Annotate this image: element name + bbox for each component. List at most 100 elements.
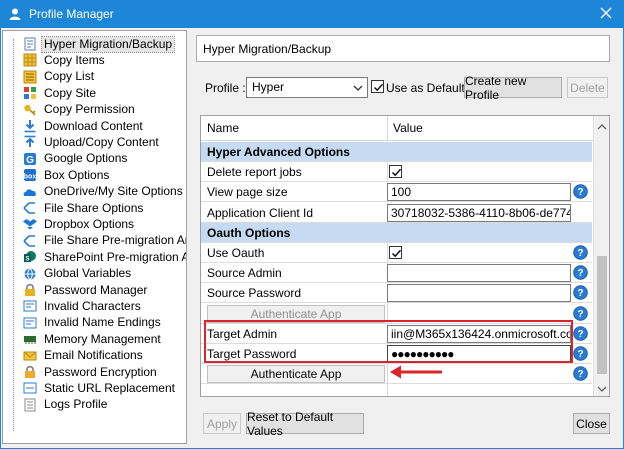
sidebar-item[interactable]: Global Variables xyxy=(23,266,133,282)
scroll-up-icon[interactable] xyxy=(597,120,607,134)
sidebar-item-label: Memory Management xyxy=(44,331,161,346)
sidebar-item[interactable]: Static URL Replacement xyxy=(23,380,177,396)
list-icon xyxy=(23,70,37,84)
grid-row-name: Source Password xyxy=(207,286,302,301)
help-icon[interactable]: ? xyxy=(573,245,588,260)
sidebar-item-label: Copy Items xyxy=(44,52,105,67)
invalid-chars-icon xyxy=(23,299,37,313)
sidebar-item[interactable]: Invalid Name Endings xyxy=(23,315,163,331)
svg-text:?: ? xyxy=(577,268,583,279)
onedrive-icon xyxy=(23,185,37,199)
sidebar-item-label: OneDrive/My Site Options xyxy=(44,184,183,199)
help-icon[interactable]: ? xyxy=(573,305,588,321)
password-field[interactable]: ●●●●●●●●●● xyxy=(387,345,571,363)
sidebar-item-label: SharePoint Pre-migration Ana xyxy=(44,249,187,264)
text-field[interactable]: 100 xyxy=(387,183,571,202)
sidebar-item[interactable]: Invalid Characters xyxy=(23,298,143,314)
sidebar-item-label: File Share Options xyxy=(44,200,144,215)
column-header-name: Name xyxy=(201,116,387,141)
svg-text:?: ? xyxy=(577,369,583,380)
help-icon[interactable]: ? xyxy=(573,265,588,280)
sidebar-item[interactable]: G Google Options xyxy=(23,151,129,167)
dropbox-icon xyxy=(23,217,37,231)
sidebar-item[interactable]: Memory Management xyxy=(23,331,163,347)
tree-lines xyxy=(13,39,14,431)
sidebar-item[interactable]: Hyper Migration/Backup xyxy=(23,35,176,53)
grid-row-name: Oauth Options xyxy=(207,225,291,240)
sidebar-item[interactable]: File Share Pre-migration Analy xyxy=(23,233,186,249)
grid-row: Delete report jobs xyxy=(201,162,592,183)
profile-select[interactable]: Hyper xyxy=(246,77,368,98)
profile-tree[interactable]: Hyper Migration/Backup Copy Items Copy Lis… xyxy=(2,30,187,444)
sidebar-item-label: Download Content xyxy=(44,118,143,133)
grid-checkbox[interactable] xyxy=(389,246,402,259)
sidebar-item[interactable]: Download Content xyxy=(23,118,145,134)
sidebar-item[interactable]: S SharePoint Pre-migration Ana xyxy=(23,249,187,265)
memory-icon xyxy=(23,332,37,346)
sidebar-item[interactable]: Password Encryption xyxy=(23,364,159,380)
sidebar-item-label: Invalid Name Endings xyxy=(44,315,161,330)
sidebar-item[interactable]: Dropbox Options xyxy=(23,216,136,232)
column-header-value: Value xyxy=(387,116,593,141)
app-user-icon xyxy=(8,7,22,21)
authenticate-app-button[interactable]: Authenticate App xyxy=(207,365,385,384)
grid-scrollbar[interactable] xyxy=(593,116,609,396)
grid-row: Target Password ●●●●●●●●●●? xyxy=(201,344,592,364)
sidebar-item[interactable]: Logs Profile xyxy=(23,397,109,413)
help-icon[interactable]: ? xyxy=(573,325,588,341)
svg-text:?: ? xyxy=(577,188,583,199)
close-button[interactable]: Close xyxy=(573,413,610,434)
svg-text:?: ? xyxy=(577,349,583,360)
file-share-analysis-icon xyxy=(23,234,37,248)
sharepoint-icon: S xyxy=(23,250,37,264)
grid-row: Source Admin? xyxy=(201,263,592,284)
upload-icon xyxy=(23,135,37,149)
sidebar-item[interactable]: Copy Items xyxy=(23,52,107,68)
close-icon[interactable] xyxy=(598,5,614,21)
help-icon[interactable]: ? xyxy=(573,285,588,301)
text-field[interactable]: 30718032-5386-4110-8b06-de77462f4 xyxy=(387,203,571,222)
reset-defaults-button[interactable]: Reset to Default Values xyxy=(246,410,364,438)
delete-profile-button[interactable]: Delete xyxy=(567,77,608,98)
logs-icon xyxy=(23,398,37,412)
sidebar-item-label: Copy Site xyxy=(44,85,97,100)
grid-checkbox[interactable] xyxy=(389,165,402,179)
use-default-checkbox[interactable] xyxy=(371,80,384,93)
sidebar-item-label: Invalid Characters xyxy=(44,298,141,313)
password-icon xyxy=(23,283,37,297)
grid-row-name: Source Admin xyxy=(207,266,282,281)
svg-text:?: ? xyxy=(577,329,583,340)
svg-text:?: ? xyxy=(577,289,583,300)
text-field[interactable] xyxy=(387,264,571,283)
window-title: Profile Manager xyxy=(29,7,114,21)
sidebar-item[interactable]: Password Manager xyxy=(23,282,149,298)
sidebar-item[interactable]: Email Notifications xyxy=(23,348,145,364)
scrollbar-thumb[interactable] xyxy=(597,256,607,374)
text-field[interactable] xyxy=(387,284,571,303)
sidebar-item[interactable]: Copy List xyxy=(23,69,96,85)
svg-text:G: G xyxy=(26,155,34,166)
box-icon: box xyxy=(23,168,37,182)
create-profile-button[interactable]: Create new Profile xyxy=(464,74,562,102)
apply-button[interactable]: Apply xyxy=(203,413,241,434)
sidebar-item[interactable]: OneDrive/My Site Options xyxy=(23,184,185,200)
sidebar-item[interactable]: Copy Permission xyxy=(23,102,137,118)
page-title: Hyper Migration/Backup xyxy=(196,35,610,62)
text-field[interactable]: iin@M365x136424.onmicrosoft.com xyxy=(387,324,571,343)
authenticate-app-button[interactable]: Authenticate App xyxy=(207,304,385,323)
invalid-endings-icon xyxy=(23,316,37,330)
scroll-down-icon[interactable] xyxy=(597,382,607,396)
sidebar-item[interactable]: File Share Options xyxy=(23,200,145,216)
grid-icon xyxy=(23,53,37,67)
sidebar-item-label: Copy List xyxy=(44,69,95,84)
sidebar-item[interactable]: Upload/Copy Content xyxy=(23,134,161,150)
arrow-left-icon xyxy=(390,365,442,379)
sidebar-item[interactable]: Copy Site xyxy=(23,85,98,101)
help-icon[interactable]: ? xyxy=(573,184,588,200)
property-grid: Name Value Hyper Advanced Options Delete … xyxy=(200,115,610,397)
help-icon[interactable]: ? xyxy=(573,346,588,361)
sidebar-item[interactable]: box Box Options xyxy=(23,167,111,183)
grid-section-header: Oauth Options xyxy=(201,222,592,243)
grid-row-name: Target Password xyxy=(207,347,297,361)
help-icon[interactable]: ? xyxy=(573,366,588,381)
